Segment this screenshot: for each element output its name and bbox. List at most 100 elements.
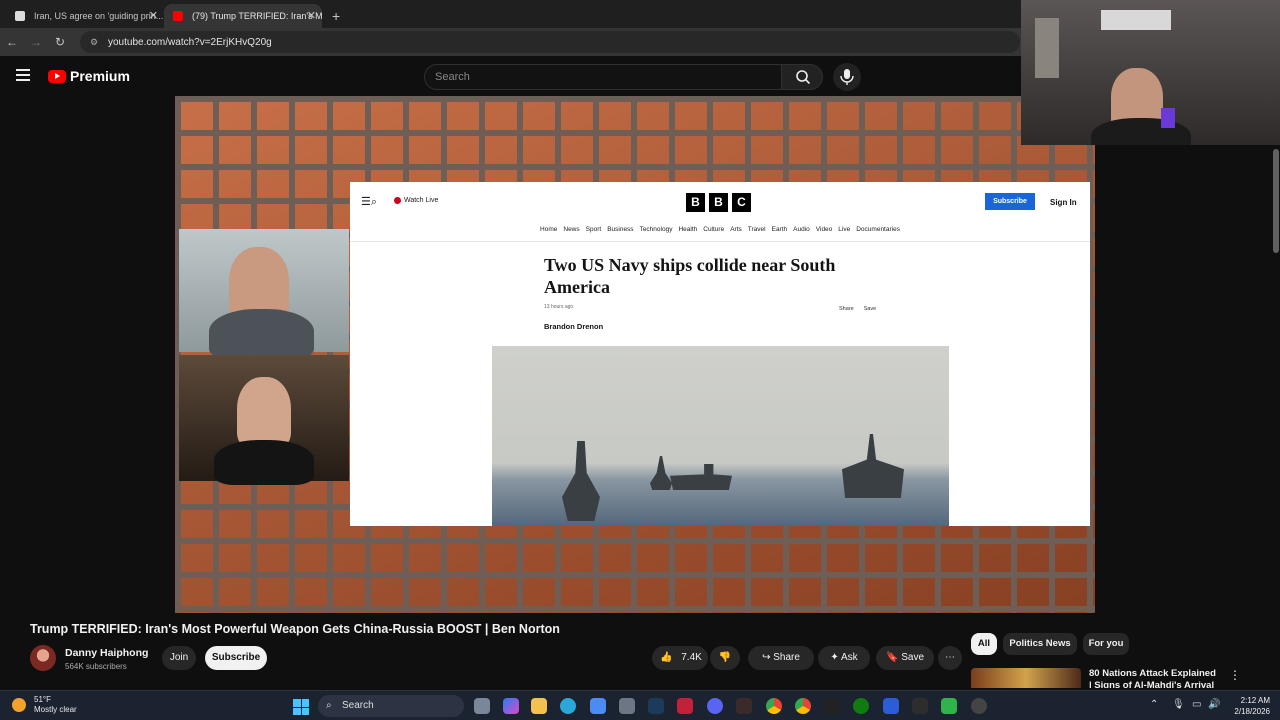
navy-ships-photo [492,346,949,526]
file-explorer-icon[interactable] [474,698,490,714]
close-tab-icon[interactable]: ✕ [149,4,158,28]
bbc-nav-item: Business [607,226,634,233]
reload-icon[interactable]: ↻ [48,35,72,49]
channel-avatar[interactable] [30,645,56,671]
share-icon: ↪ [762,652,771,663]
more-actions-button[interactable]: ⋯ [938,646,962,670]
dislike-button[interactable]: 👎 [710,646,740,670]
subscribe-button[interactable]: Subscribe [205,646,267,670]
thumbs-up-icon: 👍 [660,652,673,663]
save-label: Save [901,652,925,663]
channel-name[interactable]: Danny Haiphong [65,647,148,659]
recommendation-more-icon[interactable]: ⋮ [1229,668,1241,682]
search-button[interactable] [781,64,823,90]
weather-temp: 51°F [34,695,51,704]
chrome-icon[interactable] [795,698,811,714]
app-icon[interactable] [941,698,957,714]
menu-icon[interactable] [16,69,30,81]
tray-chevron-icon[interactable]: ⌃ [1150,699,1158,710]
search-icon [796,70,811,85]
bbc-subscribe-button: Subscribe [985,193,1035,210]
taskbar-search-label: Search [342,700,374,711]
chrome-icon[interactable] [766,698,782,714]
forward-icon[interactable]: → [24,35,48,49]
bbc-nav-item: Health [678,226,698,233]
url-bar[interactable]: ⚙ youtube.com/watch?v=2ErjKHvQ20g [80,31,1020,53]
new-tab-button[interactable]: + [322,4,350,28]
tradingview-icon[interactable] [824,698,840,714]
taskbar-search[interactable]: ⌕ Search [318,695,464,717]
save-button[interactable]: 🔖 Save [876,646,934,670]
scrollbar-thumb[interactable] [1273,149,1279,253]
chip-politics-news[interactable]: Politics News [1003,633,1077,655]
terminal-icon[interactable] [912,698,928,714]
bbc-nav-item: Culture [703,226,725,233]
volume-icon[interactable]: 🔊 [1208,699,1220,710]
thumbs-down-icon: 👎 [718,652,732,663]
guest-webcam-feed [179,355,349,485]
folder-icon[interactable] [531,698,547,714]
bbc-logo: B B C [686,193,751,212]
recommendation-thumbnail[interactable] [971,668,1081,688]
bbc-author: Brandon Drenon [544,322,604,331]
watch-live-label: Watch Live [404,197,439,204]
bbc-nav-item: Earth [771,226,788,233]
bbc-nav-item: Live [838,226,851,233]
like-button[interactable]: 👍 7.4K [652,646,708,670]
video-player[interactable]: ☰⌕ Watch Live B B C Subscribe Sign In Ho… [175,96,1095,613]
sparkle-icon: ✦ [830,652,839,663]
bbc-logo-letter: C [732,193,751,212]
chip-all[interactable]: All [971,633,997,655]
url-text: youtube.com/watch?v=2ErjKHvQ20g [108,36,272,48]
site-info-icon[interactable]: ⚙ [90,37,100,48]
wikipedia-favicon-icon [15,11,25,21]
streamer-webcam-overlay [1021,0,1280,145]
app-icon[interactable] [971,698,987,714]
red-app-icon[interactable] [677,698,693,714]
youtube-logo[interactable]: Premium [48,68,130,84]
bbc-logo-letter: B [686,193,705,212]
page-scrollbar[interactable] [1272,145,1280,690]
weather-widget[interactable]: 51°F Mostly clear [12,695,77,715]
youtube-favicon-icon [173,11,183,21]
close-tab-icon[interactable]: ✕ [307,4,316,28]
xbox-icon[interactable] [853,698,869,714]
app-icon[interactable] [883,698,899,714]
bbc-nav: Home News Sport Business Technology Heal… [350,226,1090,242]
voice-search-button[interactable] [833,63,861,91]
share-label: Share [773,652,800,663]
copilot-icon[interactable] [503,698,519,714]
windows-start-icon[interactable] [293,699,309,715]
bbc-header: ☰⌕ Watch Live B B C Subscribe Sign In [350,182,1090,220]
browser-tab-active[interactable]: (79) Trump TERRIFIED: Iran's M... ✕ [164,4,322,28]
monitor-icon[interactable]: ▭ [1192,699,1201,710]
windows-taskbar: 51°F Mostly clear ⌕ Search ⌃ 🎙 ▭ 🔊 2:12 … [0,690,1280,720]
chip-for-you[interactable]: For you [1083,633,1129,655]
app-icon[interactable] [619,698,635,714]
discord-icon[interactable] [707,698,723,714]
ask-button[interactable]: ✦ Ask [818,646,870,670]
recommendation-title[interactable]: 80 Nations Attack Explained | Signs of A… [1089,668,1219,688]
bbc-nav-item: Travel [747,226,766,233]
back-icon[interactable]: ← [0,35,24,49]
weather-condition: Mostly clear [34,705,77,714]
search-input[interactable]: Search [424,64,782,90]
bbc-nav-item: Arts [730,226,742,233]
more-icon: ⋯ [945,652,955,663]
edge-icon[interactable] [560,698,576,714]
microphone-icon[interactable]: 🎙 [1172,699,1185,710]
weather-icon [12,698,26,712]
bbc-headline: Two US Navy ships collide near South Ame… [544,255,836,297]
system-clock[interactable]: 2:12 AM 2/18/2026 [1226,695,1270,717]
join-button[interactable]: Join [162,646,196,670]
share-button[interactable]: ↪ Share [748,646,814,670]
browser-tab[interactable]: Iran, US agree on 'guiding prin... ✕ [6,4,164,28]
app-icon[interactable] [736,698,752,714]
bbc-nav-item: Sport [585,226,602,233]
steam-icon[interactable] [648,698,664,714]
bbc-nav-item: News [563,226,580,233]
bbc-watch-live: Watch Live [394,197,438,204]
youtube-play-icon [48,69,66,83]
bbc-nav-item: Technology [639,226,673,233]
store-icon[interactable] [590,698,606,714]
